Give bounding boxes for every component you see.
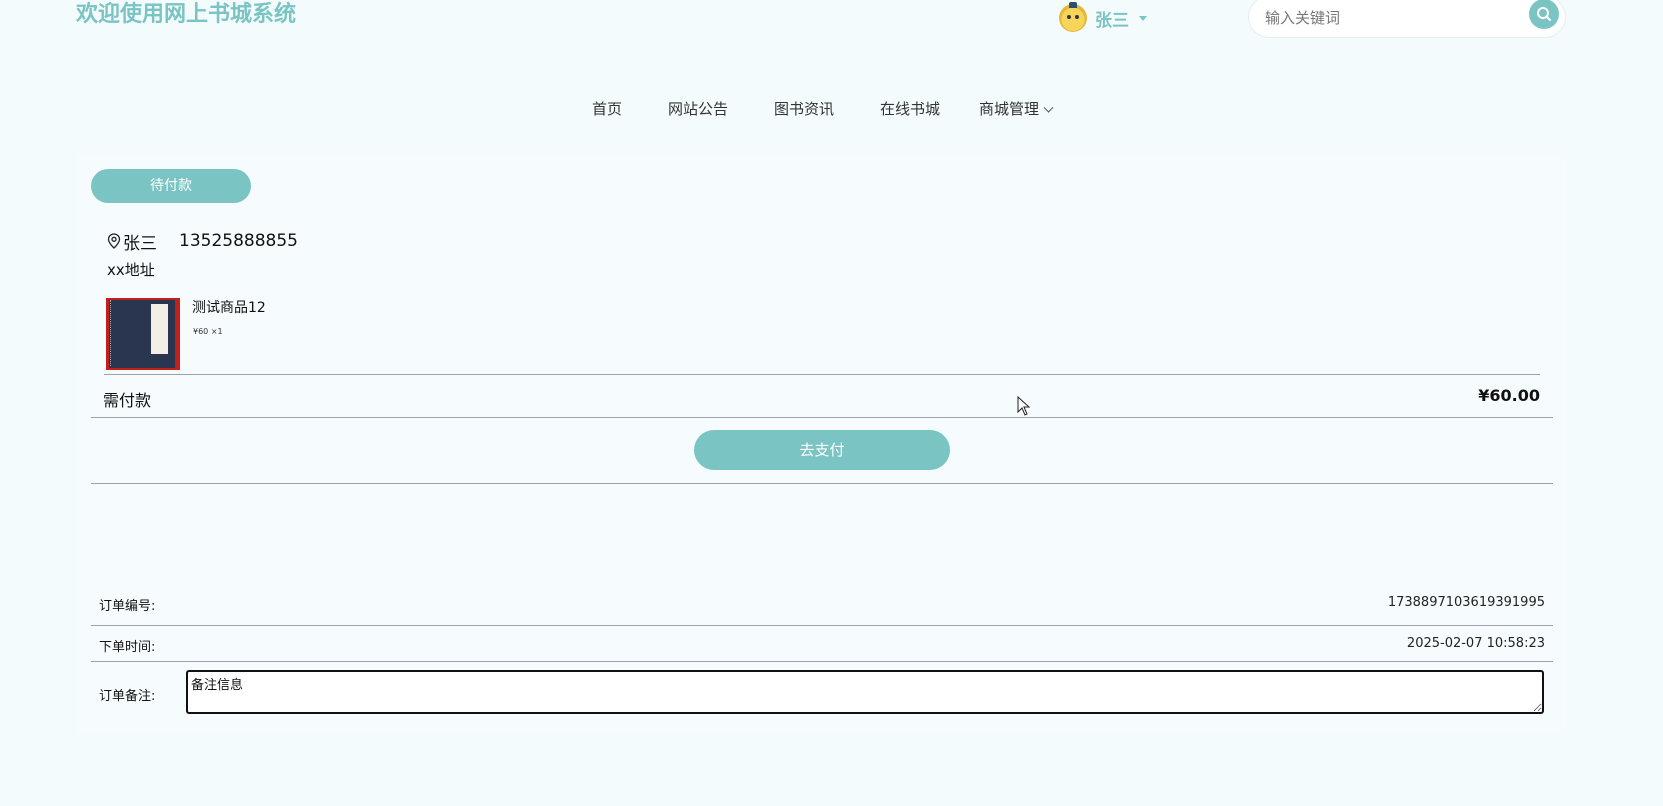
receiver-info: 张三 13525888855: [107, 228, 298, 254]
main-nav: 首页 网站公告 图书资讯 在线书城 商城管理: [0, 98, 1663, 124]
chevron-down-icon: [1043, 102, 1054, 113]
search-box: [1248, 0, 1566, 38]
username[interactable]: 张三: [1095, 6, 1129, 31]
divider: [91, 625, 1553, 626]
divider: [91, 483, 1553, 484]
goods-price-qty: ¥60 ×1: [193, 327, 223, 336]
receiver-address: xx地址: [107, 261, 155, 279]
need-pay-label: 需付款: [103, 391, 152, 410]
order-status-badge: 待付款: [91, 169, 251, 203]
search-icon: [1537, 7, 1551, 21]
site-title: 欢迎使用网上书城系统: [76, 2, 297, 27]
remark-label: 订单备注:: [99, 689, 156, 704]
location-pin-icon: [107, 233, 121, 249]
order-no-value: 1738897103619391995: [1387, 595, 1545, 610]
search-button[interactable]: [1529, 0, 1559, 29]
receiver-phone: 13525888855: [179, 231, 298, 251]
search-input[interactable]: [1263, 5, 1517, 31]
divider: [91, 661, 1553, 662]
receiver-name: 张三: [123, 233, 157, 254]
divider: [91, 417, 1553, 418]
nav-book-news[interactable]: 图书资讯: [774, 98, 834, 119]
nav-store-management-label: 商城管理: [979, 100, 1040, 118]
nav-home[interactable]: 首页: [592, 98, 622, 119]
user-menu[interactable]: 张三: [1059, 2, 1147, 33]
goods-image[interactable]: [106, 298, 180, 370]
mouse-cursor-icon: [1017, 396, 1031, 416]
nav-notice[interactable]: 网站公告: [668, 98, 728, 119]
pay-button[interactable]: 去支付: [694, 430, 950, 470]
remark-textarea[interactable]: 备注信息: [186, 670, 1544, 714]
nav-online-store[interactable]: 在线书城: [880, 98, 940, 119]
nav-store-management[interactable]: 商城管理: [979, 98, 1054, 119]
need-pay-amount: ¥60.00: [1478, 386, 1540, 405]
order-no-label: 订单编号:: [99, 599, 156, 614]
order-time-value: 2025-02-07 10:58:23: [1406, 636, 1545, 651]
order-time-label: 下单时间:: [99, 640, 156, 655]
divider: [104, 374, 1540, 375]
avatar[interactable]: [1059, 2, 1087, 32]
goods-name[interactable]: 测试商品12: [192, 297, 266, 317]
caret-down-icon[interactable]: [1139, 15, 1147, 21]
